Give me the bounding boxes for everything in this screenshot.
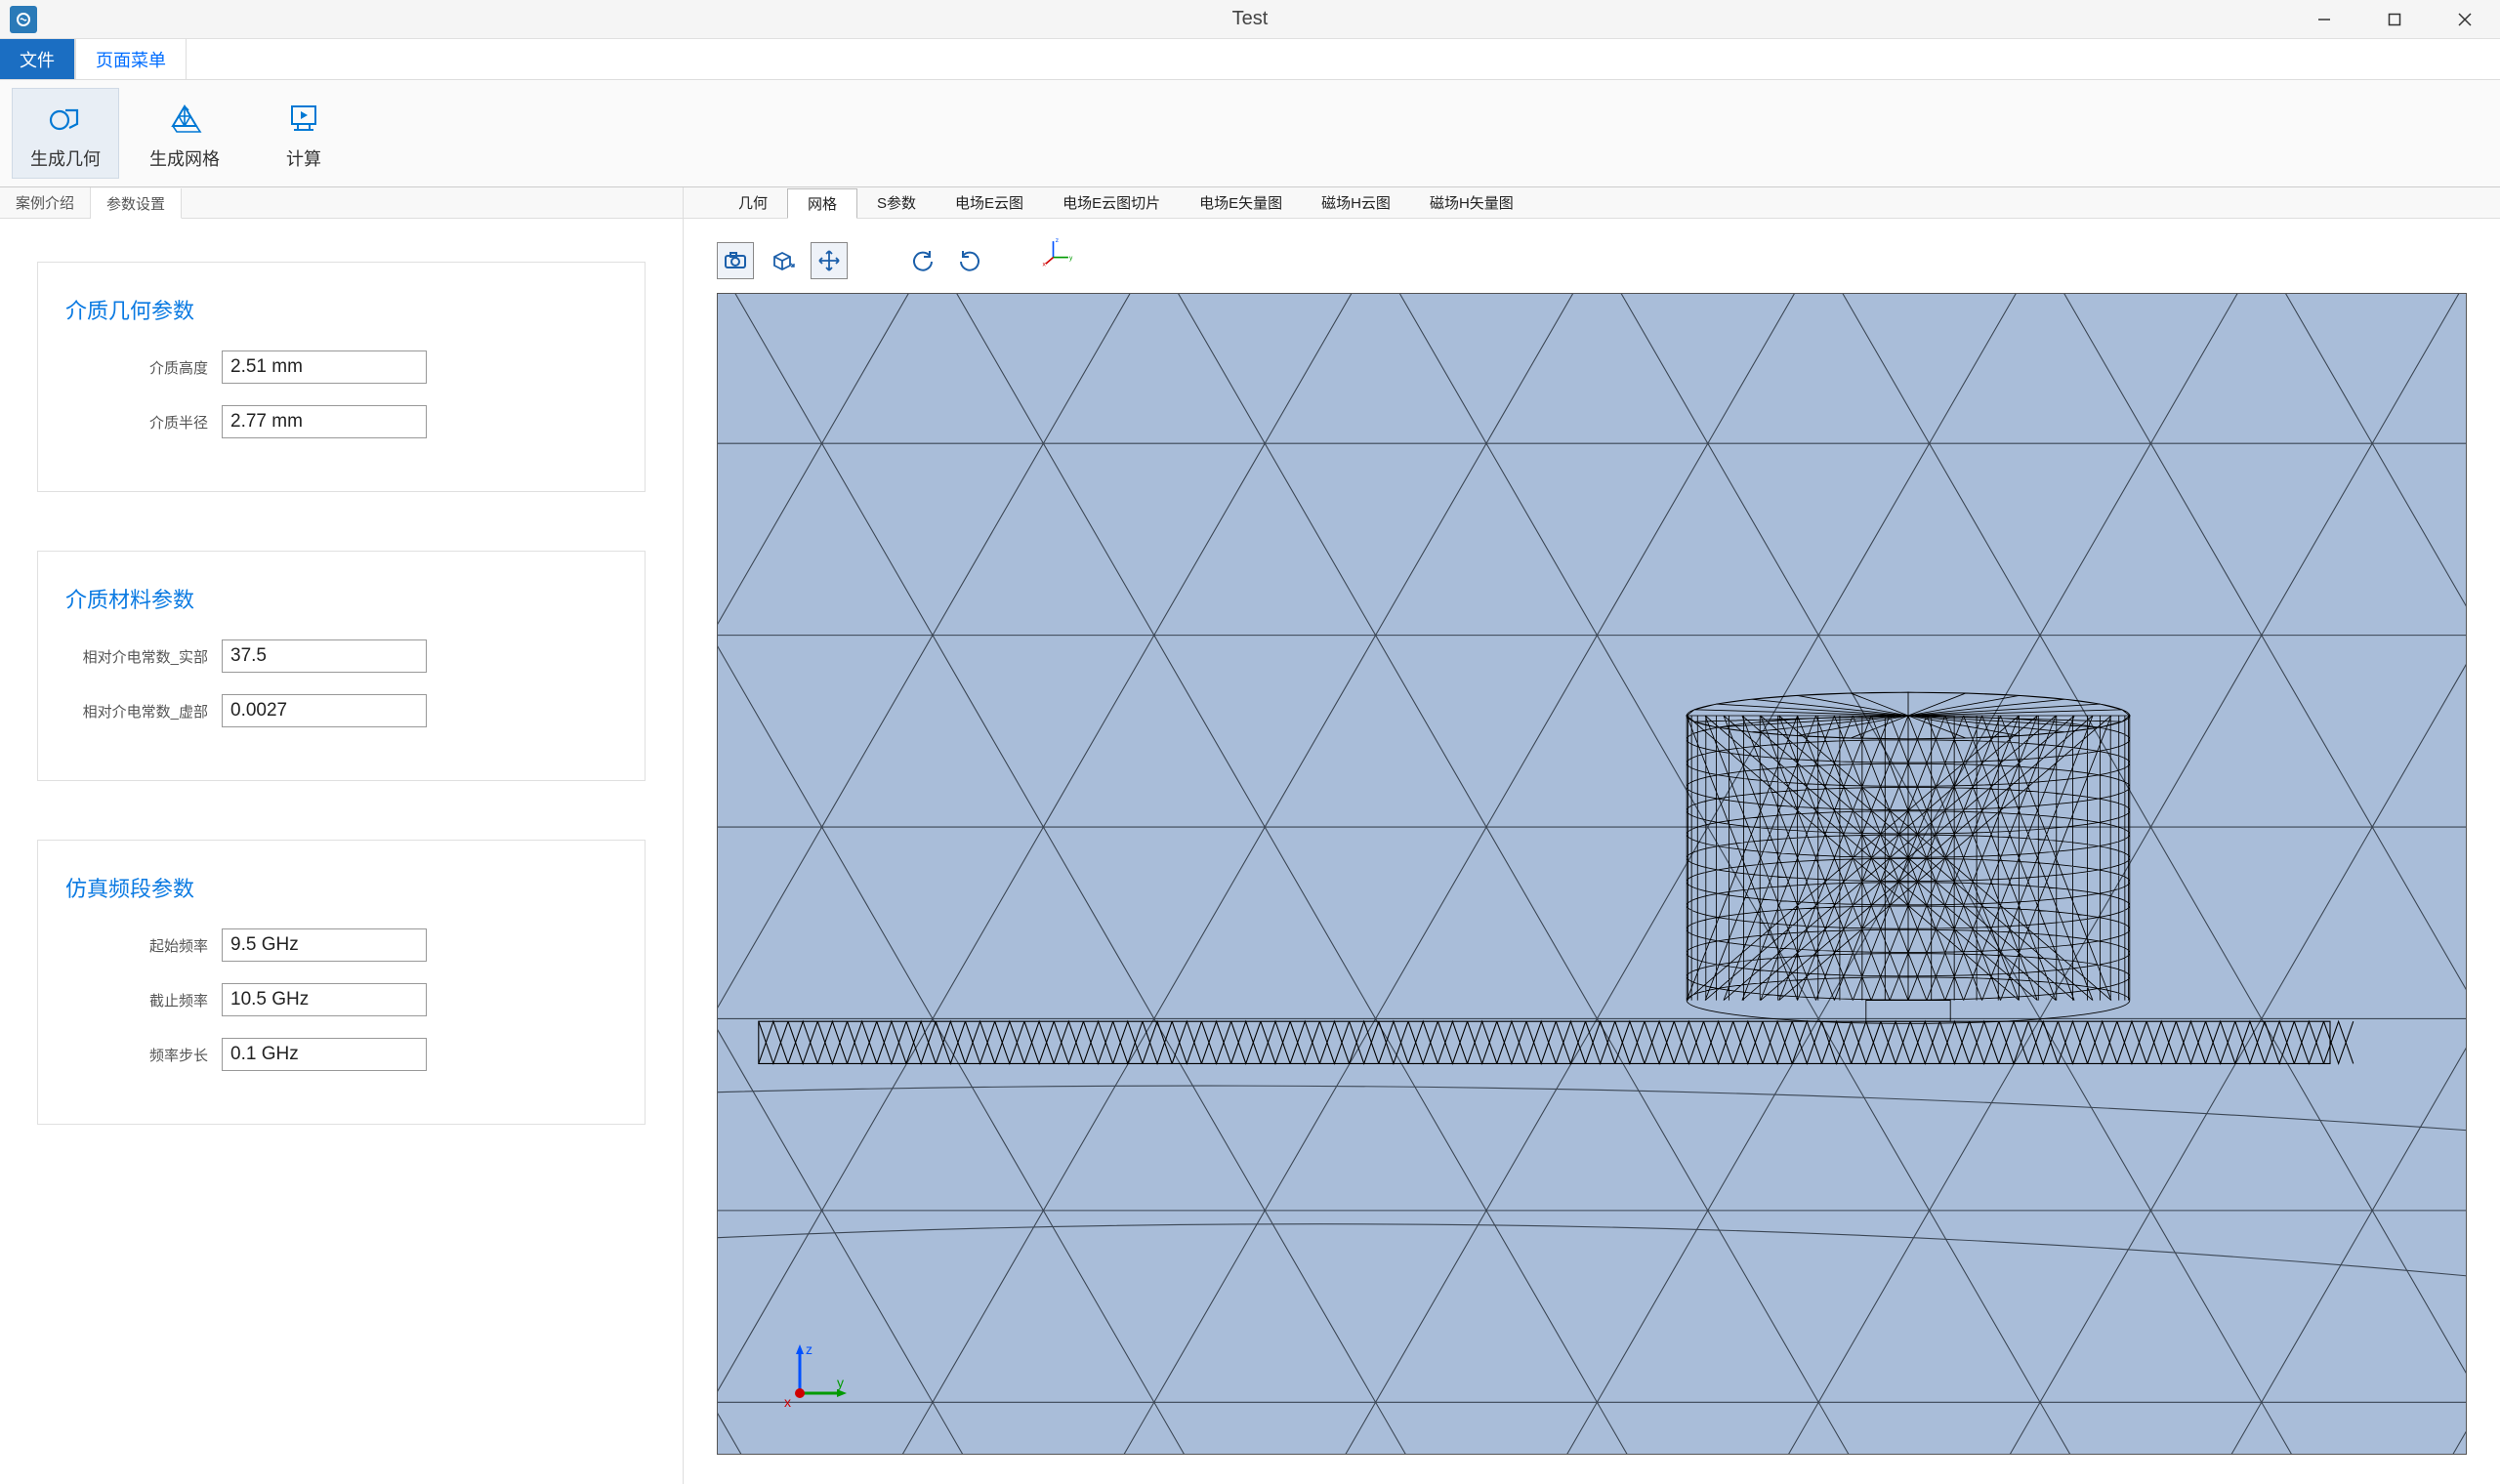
rotate-ccw-button[interactable]	[904, 242, 941, 279]
generate-mesh-icon	[165, 97, 204, 140]
param-label: 相对介电常数_虚部	[65, 701, 222, 721]
section-material: 介质材料参数 相对介电常数_实部 相对介电常数_虚部	[37, 551, 646, 781]
param-row: 频率步长	[65, 1038, 617, 1071]
ribbon-generate-mesh[interactable]: 生成网格	[131, 88, 238, 179]
param-row: 介质半径	[65, 405, 617, 438]
freq-step-input[interactable]	[222, 1038, 427, 1071]
ribbon: 生成几何 生成网格 计算	[0, 80, 2500, 187]
window-controls	[2289, 0, 2500, 38]
ribbon-compute[interactable]: 计算	[250, 88, 357, 179]
svg-text:y: y	[837, 1375, 844, 1390]
viewer-tab-efield-cloud[interactable]: 电场E云图	[936, 187, 1043, 218]
left-tab-intro[interactable]: 案例介绍	[0, 187, 91, 218]
ribbon-label: 计算	[286, 145, 321, 171]
menu-bar: 文件 页面菜单	[0, 39, 2500, 80]
ribbon-label: 生成几何	[30, 145, 101, 171]
permittivity-imag-input[interactable]	[222, 694, 427, 727]
mesh-viewport[interactable]: z y x	[717, 293, 2467, 1455]
permittivity-real-input[interactable]	[222, 639, 427, 673]
viewer-tabs: 几何 网格 S参数 电场E云图 电场E云图切片 电场E矢量图 磁场H云图 磁场H…	[684, 187, 2500, 219]
left-tab-params[interactable]: 参数设置	[91, 188, 182, 219]
compute-icon	[284, 97, 323, 140]
section-title: 介质材料参数	[65, 583, 617, 614]
param-label: 相对介电常数_实部	[65, 646, 222, 667]
viewport-toolbar: z y x	[717, 238, 2467, 283]
axis-triad: z y x	[776, 1337, 854, 1415]
freq-stop-input[interactable]	[222, 983, 427, 1016]
generate-geometry-icon	[46, 97, 85, 140]
param-label: 介质半径	[65, 412, 222, 433]
parameter-form: 介质几何参数 介质高度 介质半径 介质材料参数 相对介电常数_实部 相对介电常数…	[0, 219, 683, 1484]
viewer-tab-geometry[interactable]: 几何	[719, 187, 787, 218]
svg-text:x: x	[1043, 261, 1047, 267]
main-content: 案例介绍 参数设置 介质几何参数 介质高度 介质半径 介质材料参数 相对介电常数…	[0, 187, 2500, 1484]
rotate-cw-button[interactable]	[951, 242, 988, 279]
maximize-button[interactable]	[2359, 0, 2430, 38]
medium-height-input[interactable]	[222, 350, 427, 384]
section-title: 仿真频段参数	[65, 872, 617, 903]
parameter-panel: 案例介绍 参数设置 介质几何参数 介质高度 介质半径 介质材料参数 相对介电常数…	[0, 187, 684, 1484]
param-row: 起始频率	[65, 928, 617, 962]
param-row: 相对介电常数_虚部	[65, 694, 617, 727]
viewer-tab-sparam[interactable]: S参数	[857, 187, 936, 218]
param-label: 起始频率	[65, 935, 222, 956]
viewer-tab-hfield-cloud[interactable]: 磁场H云图	[1302, 187, 1410, 218]
pan-button[interactable]	[811, 242, 848, 279]
view-cube-button[interactable]	[764, 242, 801, 279]
viewer-tab-efield-slice[interactable]: 电场E云图切片	[1043, 187, 1180, 218]
viewer-body: z y x	[684, 219, 2500, 1484]
menu-tab-file[interactable]: 文件	[0, 39, 75, 79]
freq-start-input[interactable]	[222, 928, 427, 962]
camera-button[interactable]	[717, 242, 754, 279]
window-title: Test	[1232, 8, 1269, 30]
param-label: 频率步长	[65, 1045, 222, 1065]
param-row: 相对介电常数_实部	[65, 639, 617, 673]
svg-text:z: z	[806, 1341, 812, 1357]
viewer-panel: 几何 网格 S参数 电场E云图 电场E云图切片 电场E矢量图 磁场H云图 磁场H…	[684, 187, 2500, 1484]
medium-radius-input[interactable]	[222, 405, 427, 438]
param-label: 介质高度	[65, 357, 222, 378]
section-geometry: 介质几何参数 介质高度 介质半径	[37, 262, 646, 492]
param-row: 截止频率	[65, 983, 617, 1016]
viewer-tab-hfield-vector[interactable]: 磁场H矢量图	[1410, 187, 1533, 218]
window-titlebar: Test	[0, 0, 2500, 39]
svg-text:x: x	[784, 1394, 791, 1410]
ribbon-label: 生成网格	[149, 145, 220, 171]
section-frequency: 仿真频段参数 起始频率 截止频率 频率步长	[37, 840, 646, 1125]
svg-text:z: z	[1056, 237, 1059, 244]
close-button[interactable]	[2430, 0, 2500, 38]
param-label: 截止频率	[65, 990, 222, 1010]
svg-text:y: y	[1069, 255, 1073, 262]
viewer-tab-mesh[interactable]: 网格	[787, 188, 857, 219]
param-row: 介质高度	[65, 350, 617, 384]
app-icon	[10, 6, 37, 33]
ribbon-generate-geometry[interactable]: 生成几何	[12, 88, 119, 179]
section-title: 介质几何参数	[65, 294, 617, 325]
minimize-button[interactable]	[2289, 0, 2359, 38]
menu-tab-page[interactable]: 页面菜单	[75, 39, 187, 79]
left-tabs: 案例介绍 参数设置	[0, 187, 683, 219]
viewer-tab-efield-vector[interactable]: 电场E矢量图	[1180, 187, 1302, 218]
axis-orientation-button[interactable]: z y x	[857, 242, 895, 279]
